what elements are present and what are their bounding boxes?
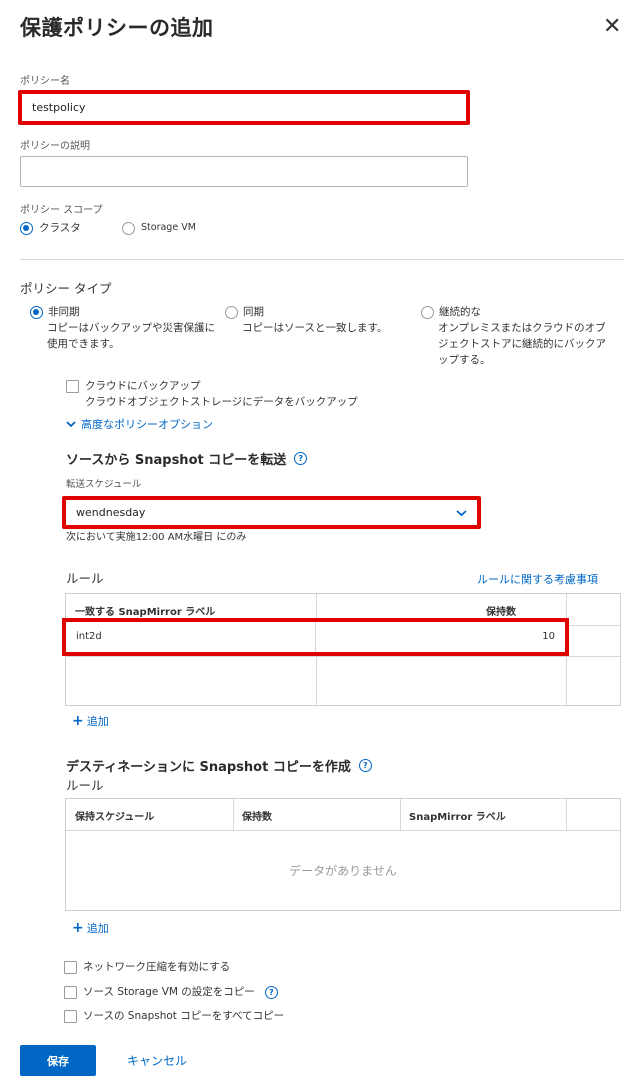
transfer-heading-row: ソースから Snapshot コピーを転送 ?: [66, 449, 308, 468]
transfer-schedule-select[interactable]: wendnesday: [62, 496, 481, 529]
row-divider: [66, 656, 620, 657]
policy-name-value: testpolicy: [32, 101, 86, 114]
policy-name-input[interactable]: testpolicy: [18, 90, 470, 125]
chevron-down-icon: [66, 421, 76, 428]
scope-option-storage-vm[interactable]: Storage VM: [122, 220, 196, 236]
column-header-count: 保持数: [486, 607, 516, 618]
column-header-schedule: 保持スケジュール: [75, 812, 155, 823]
column-divider: [400, 799, 401, 830]
copy-all-snapshots-option[interactable]: ソースの Snapshot コピーをすべてコピー: [64, 1008, 284, 1024]
sync-desc-1: コピーはソースと一致します。: [242, 322, 388, 334]
async-desc-2: 使用できます。: [47, 338, 120, 350]
scope-storage-vm-radio[interactable]: [122, 221, 135, 235]
save-button[interactable]: 保存: [20, 1045, 96, 1076]
policy-type-async[interactable]: 非同期 コピーはバックアップや災害保護に 使用できます。: [30, 304, 215, 352]
empty-state-text: データがありません: [289, 864, 397, 878]
continuous-label: 継続的な: [439, 306, 481, 318]
copy-all-snapshots-label: ソースの Snapshot コピーをすべてコピー: [83, 1010, 285, 1022]
add-transfer-rule-button[interactable]: + 追加: [72, 713, 109, 729]
continuous-desc-3: ップする。: [438, 354, 491, 366]
destination-heading-row: デスティネーションに Snapshot コピーを作成 ?: [66, 756, 372, 775]
transfer-schedule-value: wendnesday: [76, 506, 146, 519]
sync-label: 同期: [243, 306, 264, 318]
scope-storage-vm-label: Storage VM: [141, 222, 196, 233]
policy-type-continuous[interactable]: 継続的な オンプレミスまたはクラウドのオブ ジェクトストアに継続的にバックア ッ…: [421, 304, 606, 368]
column-divider: [233, 799, 234, 830]
async-radio[interactable]: [30, 305, 43, 319]
continuous-desc-1: オンプレミスまたはクラウドのオブ: [438, 322, 606, 334]
continuous-radio[interactable]: [421, 305, 434, 319]
add-transfer-rule-label: 追加: [86, 715, 109, 728]
divider: [20, 259, 624, 260]
close-icon[interactable]: ✕: [603, 14, 621, 40]
scope-option-cluster[interactable]: クラスタ: [20, 220, 81, 236]
async-label: 非同期: [48, 306, 80, 318]
column-header-count: 保持数: [242, 812, 272, 823]
async-desc-1: コピーはバックアップや災害保護に: [47, 322, 215, 334]
destination-rules-label: ルール: [66, 778, 104, 793]
rules-considerations-link[interactable]: ルールに関する考慮事項: [477, 571, 598, 587]
column-header-label: SnapMirror ラベル: [409, 812, 506, 823]
network-compression-option[interactable]: ネットワーク圧縮を有効にする: [64, 959, 230, 975]
column-header-label: 一致する SnapMirror ラベル: [75, 607, 216, 618]
dialog-title: 保護ポリシーの追加: [20, 16, 214, 40]
row-count: 10: [542, 631, 555, 642]
scope-cluster-radio[interactable]: [20, 221, 33, 235]
destination-heading: デスティネーションに Snapshot コピーを作成: [66, 760, 351, 775]
policy-description-label: ポリシーの説明: [20, 141, 90, 152]
destination-rules-table: 保持スケジュール 保持数 SnapMirror ラベル データがありません: [65, 798, 621, 911]
cloud-backup-label: クラウドにバックアップ: [85, 380, 201, 392]
policy-type-label: ポリシー タイプ: [20, 281, 112, 296]
policy-description-input[interactable]: [20, 156, 468, 187]
add-destination-rule-button[interactable]: + 追加: [72, 920, 109, 936]
add-destination-rule-label: 追加: [86, 922, 109, 935]
plus-icon: +: [72, 920, 84, 936]
network-compression-label: ネットワーク圧縮を有効にする: [83, 961, 231, 973]
policy-type-sync[interactable]: 同期 コピーはソースと一致します。: [225, 304, 387, 336]
sync-radio[interactable]: [225, 305, 238, 319]
cloud-backup-option[interactable]: クラウドにバックアップ クラウドオブジェクトストレージにデータをバックアップ: [66, 378, 358, 410]
help-icon[interactable]: ?: [358, 759, 372, 772]
copy-all-snapshots-checkbox[interactable]: [64, 1009, 77, 1023]
transfer-schedule-label: 転送スケジュール: [66, 479, 142, 490]
chevron-down-icon: [456, 509, 467, 516]
transfer-schedule-note: 次において実施12:00 AM水曜日 にのみ: [66, 532, 247, 543]
plus-icon: +: [72, 713, 84, 729]
advanced-options-toggle[interactable]: 高度なポリシーオプション: [66, 416, 213, 432]
continuous-desc-2: ジェクトストアに継続的にバックア: [438, 338, 606, 350]
network-compression-checkbox[interactable]: [64, 960, 77, 974]
row-column-divider: [315, 622, 316, 652]
column-divider: [566, 799, 567, 830]
scope-cluster-label: クラスタ: [39, 222, 81, 234]
copy-svm-settings-label: ソース Storage VM の設定をコピー: [83, 986, 255, 998]
transfer-heading: ソースから Snapshot コピーを転送: [66, 453, 287, 468]
row-divider: [66, 830, 620, 831]
help-icon[interactable]: ?: [294, 452, 308, 465]
copy-svm-settings-option[interactable]: ソース Storage VM の設定をコピー ?: [64, 984, 278, 1000]
copy-svm-settings-checkbox[interactable]: [64, 985, 77, 999]
cloud-backup-checkbox[interactable]: [66, 380, 79, 393]
policy-scope-label: ポリシー スコープ: [20, 205, 103, 216]
cancel-button[interactable]: キャンセル: [127, 1052, 187, 1069]
transfer-rules-label: ルール: [66, 571, 104, 586]
cloud-backup-desc: クラウドオブジェクトストレージにデータをバックアップ: [85, 396, 358, 408]
row-label: int2d: [76, 631, 102, 642]
advanced-options-label: 高度なポリシーオプション: [81, 418, 213, 431]
policy-name-label: ポリシー名: [20, 76, 70, 87]
help-icon[interactable]: ?: [264, 985, 278, 999]
